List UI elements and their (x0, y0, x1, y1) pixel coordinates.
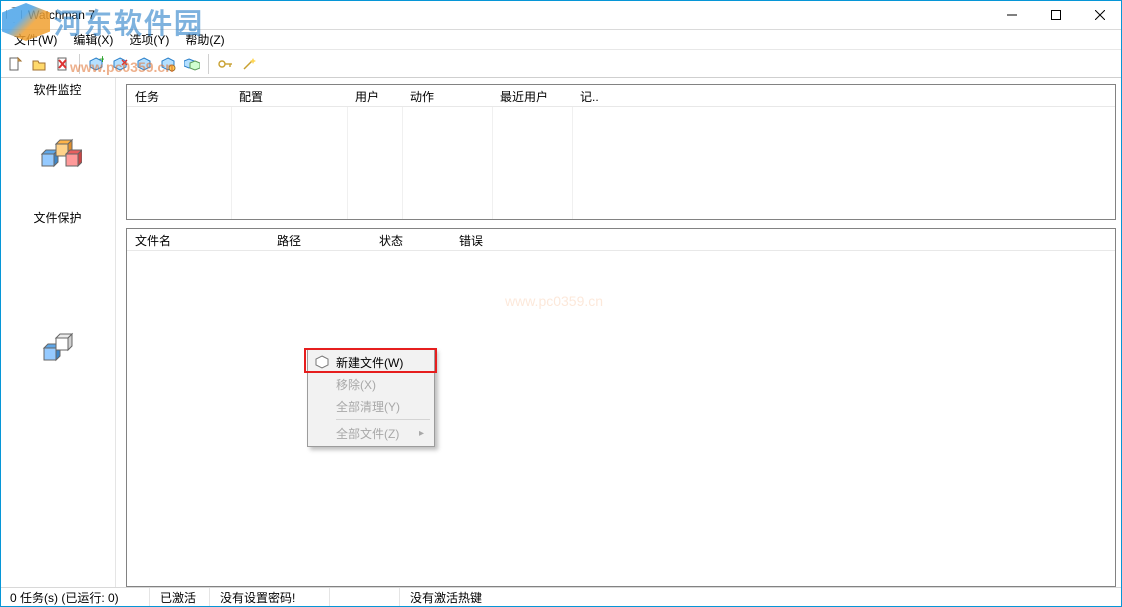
toolbar-wand-icon[interactable] (238, 53, 260, 75)
col-record[interactable]: 记.. (572, 85, 612, 106)
maximize-button[interactable] (1034, 0, 1078, 30)
minimize-button[interactable] (990, 0, 1034, 30)
col-status[interactable]: 状态 (371, 229, 451, 250)
app-icon (6, 7, 22, 23)
menu-edit[interactable]: 编辑(X) (65, 29, 121, 50)
sidebar-icon-protect[interactable] (0, 224, 115, 468)
menu-bar: 文件(W) 编辑(X) 选项(Y) 帮助(Z) (0, 30, 1122, 50)
panel-tasks: 任务 配置 用户 动作 最近用户 记.. (126, 84, 1116, 220)
col-error[interactable]: 错误 (451, 229, 531, 250)
main-area: 软件监控 文件保护 (0, 78, 1122, 587)
sidebar-icon-monitor[interactable] (0, 96, 115, 206)
ctx-separator (336, 419, 430, 420)
toolbar-cube-add-icon[interactable]: + (85, 53, 107, 75)
context-menu: 新建文件(W) 移除(X) 全部清理(Y) 全部文件(Z) (307, 348, 435, 447)
toolbar: + (0, 50, 1122, 78)
sidebar: 软件监控 文件保护 (0, 78, 116, 587)
col-user[interactable]: 用户 (347, 85, 402, 106)
title-bar: Watchman 7 (0, 0, 1122, 30)
panel-files-body[interactable] (127, 251, 1115, 586)
panel-files: 文件名 路径 状态 错误 (126, 228, 1116, 587)
status-no-hotkey: 没有激活热键 (400, 588, 492, 607)
ctx-new-file[interactable]: 新建文件(W) (310, 351, 432, 373)
ctx-clear-all-label: 全部清理(Y) (336, 398, 400, 415)
ctx-remove-label: 移除(X) (336, 376, 376, 393)
status-activated: 已激活 (150, 588, 210, 607)
close-button[interactable] (1078, 0, 1122, 30)
col-recent-user[interactable]: 最近用户 (492, 85, 572, 106)
toolbar-cube-remove-icon[interactable] (109, 53, 131, 75)
col-filename[interactable]: 文件名 (127, 229, 269, 250)
window-title: Watchman 7 (28, 8, 95, 22)
toolbar-open-icon[interactable] (28, 53, 50, 75)
toolbar-two-cubes-icon[interactable] (181, 53, 203, 75)
panel-tasks-body[interactable] (127, 107, 1115, 219)
status-empty (330, 588, 400, 607)
ctx-new-file-label: 新建文件(W) (336, 354, 403, 371)
status-no-password: 没有设置密码! (210, 588, 330, 607)
panel-files-headers: 文件名 路径 状态 错误 (127, 229, 1115, 251)
ctx-remove: 移除(X) (310, 373, 432, 395)
panel-tasks-headers: 任务 配置 用户 动作 最近用户 记.. (127, 85, 1115, 107)
toolbar-cube-icon[interactable] (133, 53, 155, 75)
menu-file[interactable]: 文件(W) (6, 29, 65, 50)
sidebar-label-monitor: 软件监控 (0, 78, 115, 96)
status-tasks: 0 任务(s) (已运行: 0) (0, 588, 150, 607)
col-task[interactable]: 任务 (127, 85, 231, 106)
toolbar-key-icon[interactable] (214, 53, 236, 75)
svg-text:+: + (99, 56, 104, 66)
sidebar-label-protect: 文件保护 (0, 206, 115, 224)
menu-help[interactable]: 帮助(Z) (177, 29, 232, 50)
toolbar-cube-gear-icon[interactable] (157, 53, 179, 75)
content-area: 任务 配置 用户 动作 最近用户 记.. 文件名 路径 (116, 78, 1122, 587)
ctx-all-files: 全部文件(Z) (310, 422, 432, 444)
col-path[interactable]: 路径 (269, 229, 371, 250)
col-config[interactable]: 配置 (231, 85, 347, 106)
status-bar: 0 任务(s) (已运行: 0) 已激活 没有设置密码! 没有激活热键 (0, 587, 1122, 607)
toolbar-separator (208, 54, 209, 74)
ctx-clear-all: 全部清理(Y) (310, 395, 432, 417)
toolbar-separator (79, 54, 80, 74)
menu-options[interactable]: 选项(Y) (121, 29, 177, 50)
ctx-all-files-label: 全部文件(Z) (336, 425, 399, 442)
toolbar-new-icon[interactable] (4, 53, 26, 75)
col-action[interactable]: 动作 (402, 85, 492, 106)
toolbar-delete-icon[interactable] (52, 53, 74, 75)
hexagon-icon (315, 355, 329, 369)
